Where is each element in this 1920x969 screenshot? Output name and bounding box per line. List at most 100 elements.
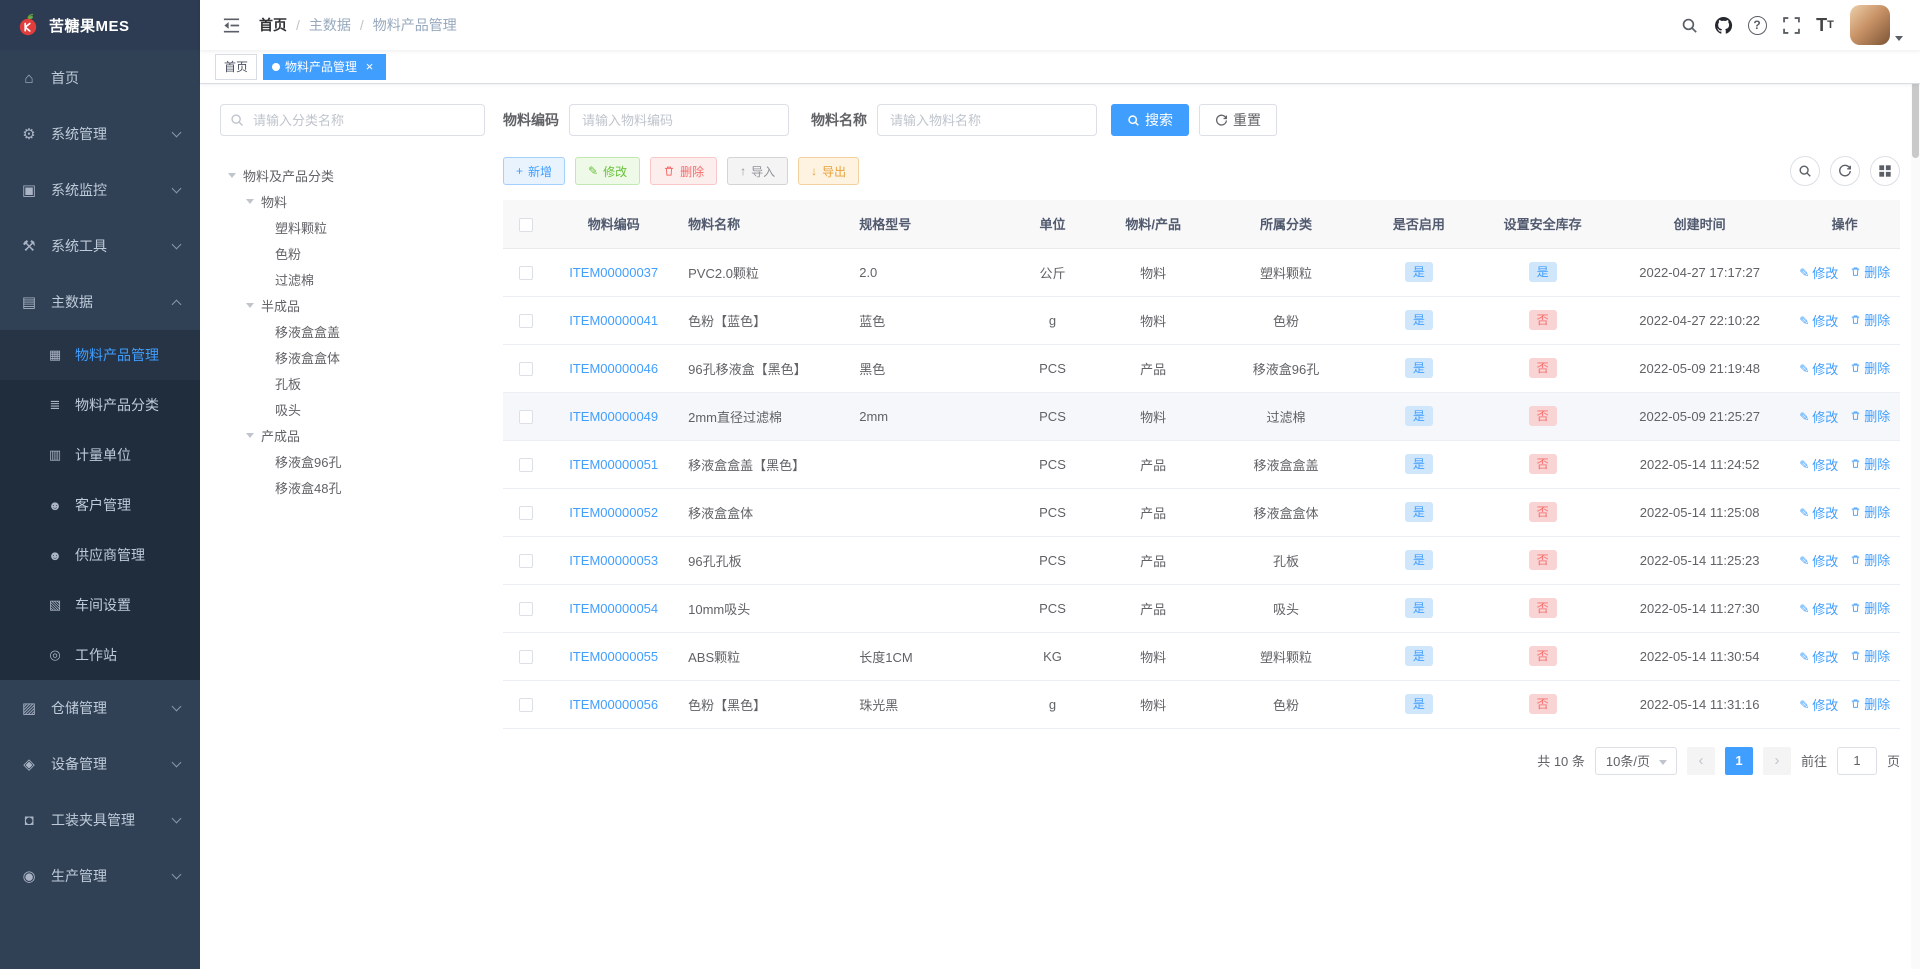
- add-button[interactable]: + 新增: [503, 157, 566, 185]
- sidebar-item-device[interactable]: ◈ 设备管理: [0, 736, 200, 792]
- tree-node-material[interactable]: 物料: [220, 188, 485, 214]
- sidebar-item-system-tools[interactable]: ⚒ 系统工具: [0, 218, 200, 274]
- tree-leaf[interactable]: 移液盒96孔: [220, 448, 485, 474]
- row-checkbox[interactable]: [519, 697, 534, 712]
- goto-page-input[interactable]: [1836, 746, 1877, 775]
- tree-leaf[interactable]: 移液盒盒盖: [220, 318, 485, 344]
- table-row[interactable]: ITEM00000041 色粉【蓝色】 蓝色 g 物料 色粉 是 否 2022-…: [503, 296, 1900, 345]
- row-edit-link[interactable]: ✎ 修改: [1799, 359, 1838, 378]
- row-edit-link[interactable]: ✎ 修改: [1799, 407, 1838, 426]
- tree-leaf[interactable]: 移液盒盒体: [220, 344, 485, 370]
- row-delete-link[interactable]: 删除: [1850, 598, 1890, 617]
- table-row[interactable]: ITEM00000056 色粉【黑色】 珠光黑 g 物料 色粉 是 否 2022…: [503, 680, 1900, 729]
- sidebar-subitem-unit[interactable]: ▥ 计量单位: [0, 430, 200, 480]
- sidebar-subitem-customer[interactable]: ☻ 客户管理: [0, 480, 200, 530]
- page-size-select[interactable]: 10条/页: [1594, 746, 1677, 775]
- refresh-table-button[interactable]: [1830, 156, 1860, 186]
- user-avatar[interactable]: [1850, 5, 1890, 45]
- sidebar-item-production[interactable]: ◉ 生产管理: [0, 848, 200, 904]
- material-code-link[interactable]: ITEM00000056: [569, 697, 658, 712]
- page-1-button[interactable]: 1: [1724, 746, 1753, 775]
- row-checkbox[interactable]: [519, 409, 534, 424]
- row-edit-link[interactable]: ✎ 修改: [1799, 695, 1838, 714]
- tree-leaf[interactable]: 孔板: [220, 370, 485, 396]
- material-code-link[interactable]: ITEM00000051: [569, 457, 658, 472]
- tree-leaf[interactable]: 色粉: [220, 240, 485, 266]
- row-checkbox[interactable]: [519, 457, 534, 472]
- next-page-button[interactable]: ›: [1762, 746, 1791, 775]
- sidebar-item-master-data[interactable]: ▤ 主数据: [0, 274, 200, 330]
- row-delete-link[interactable]: 删除: [1850, 310, 1890, 329]
- tab-close-icon[interactable]: ×: [362, 59, 377, 74]
- hamburger-icon[interactable]: [215, 9, 247, 41]
- help-icon[interactable]: ?: [1740, 8, 1774, 42]
- category-search-input[interactable]: [220, 104, 485, 136]
- tree-node-semi-finished[interactable]: 半成品: [220, 292, 485, 318]
- row-delete-link[interactable]: 删除: [1850, 406, 1890, 425]
- row-checkbox[interactable]: [519, 265, 534, 280]
- sidebar-subitem-workstation[interactable]: ◎ 工作站: [0, 630, 200, 680]
- reset-button[interactable]: 重置: [1199, 104, 1277, 136]
- row-checkbox[interactable]: [519, 505, 534, 520]
- row-checkbox[interactable]: [519, 649, 534, 664]
- row-delete-link[interactable]: 删除: [1850, 454, 1890, 473]
- table-row[interactable]: ITEM00000052 移液盒盒体 PCS 产品 移液盒盒体 是 否 2022…: [503, 488, 1900, 537]
- scrollbar[interactable]: [1911, 0, 1920, 969]
- prev-page-button[interactable]: ‹: [1686, 746, 1715, 775]
- sidebar-subitem-workshop[interactable]: ▧ 车间设置: [0, 580, 200, 630]
- row-checkbox[interactable]: [519, 361, 534, 376]
- row-edit-link[interactable]: ✎ 修改: [1799, 263, 1838, 282]
- sidebar-item-system-manage[interactable]: ⚙ 系统管理: [0, 106, 200, 162]
- tree-leaf[interactable]: 移液盒48孔: [220, 474, 485, 500]
- edit-button[interactable]: ✎ 修改: [575, 157, 641, 185]
- material-code-link[interactable]: ITEM00000054: [569, 601, 658, 616]
- material-code-link[interactable]: ITEM00000049: [569, 409, 658, 424]
- column-settings-button[interactable]: [1870, 156, 1900, 186]
- app-logo[interactable]: 苦糖果MES: [0, 0, 200, 50]
- row-delete-link[interactable]: 删除: [1850, 550, 1890, 569]
- row-delete-link[interactable]: 删除: [1850, 262, 1890, 281]
- table-row[interactable]: ITEM00000046 96孔移液盒【黑色】 黑色 PCS 产品 移液盒96孔…: [503, 344, 1900, 393]
- breadcrumb-master-data[interactable]: 主数据: [309, 15, 351, 35]
- table-row[interactable]: ITEM00000054 10mm吸头 PCS 产品 吸头 是 否 2022-0…: [503, 584, 1900, 633]
- tab-material-manage[interactable]: 物料产品管理 ×: [263, 53, 387, 80]
- tree-leaf[interactable]: 吸头: [220, 396, 485, 422]
- row-delete-link[interactable]: 删除: [1850, 502, 1890, 521]
- user-menu-caret-icon[interactable]: [1895, 35, 1903, 41]
- material-code-link[interactable]: ITEM00000041: [569, 313, 658, 328]
- header-search-icon[interactable]: [1672, 8, 1706, 42]
- row-delete-link[interactable]: 删除: [1850, 694, 1890, 713]
- material-code-link[interactable]: ITEM00000055: [569, 649, 658, 664]
- tree-node-finished[interactable]: 产成品: [220, 422, 485, 448]
- tab-home[interactable]: 首页: [215, 53, 258, 80]
- sidebar-item-fixture[interactable]: ◘ 工装夹具管理: [0, 792, 200, 848]
- delete-button[interactable]: 删除: [650, 157, 718, 185]
- row-delete-link[interactable]: 删除: [1850, 646, 1890, 665]
- material-code-link[interactable]: ITEM00000053: [569, 553, 658, 568]
- breadcrumb-home[interactable]: 首页: [259, 15, 287, 35]
- select-all-checkbox[interactable]: [519, 217, 534, 232]
- row-delete-link[interactable]: 删除: [1850, 358, 1890, 377]
- row-edit-link[interactable]: ✎ 修改: [1799, 455, 1838, 474]
- font-size-icon[interactable]: TT: [1808, 8, 1842, 42]
- search-button[interactable]: 搜索: [1111, 104, 1189, 136]
- export-button[interactable]: ↓ 导出: [798, 157, 860, 185]
- row-edit-link[interactable]: ✎ 修改: [1799, 599, 1838, 618]
- row-checkbox[interactable]: [519, 553, 534, 568]
- material-code-input[interactable]: [569, 104, 789, 136]
- material-code-link[interactable]: ITEM00000046: [569, 361, 658, 376]
- sidebar-subitem-supplier[interactable]: ☻ 供应商管理: [0, 530, 200, 580]
- sidebar-item-system-monitor[interactable]: ▣ 系统监控: [0, 162, 200, 218]
- material-code-link[interactable]: ITEM00000052: [569, 505, 658, 520]
- sidebar-subitem-material-category[interactable]: ≣ 物料产品分类: [0, 380, 200, 430]
- toggle-search-button[interactable]: [1790, 156, 1820, 186]
- tree-node-root[interactable]: 物料及产品分类: [220, 162, 485, 188]
- row-edit-link[interactable]: ✎ 修改: [1799, 311, 1838, 330]
- table-row[interactable]: ITEM00000051 移液盒盒盖【黑色】 PCS 产品 移液盒盒盖 是 否 …: [503, 440, 1900, 489]
- material-name-input[interactable]: [877, 104, 1097, 136]
- row-checkbox[interactable]: [519, 601, 534, 616]
- sidebar-item-warehouse[interactable]: ▨ 仓储管理: [0, 680, 200, 736]
- table-row[interactable]: ITEM00000049 2mm直径过滤棉 2mm PCS 物料 过滤棉 是 否…: [503, 392, 1900, 441]
- table-row[interactable]: ITEM00000055 ABS颗粒 长度1CM KG 物料 塑料颗粒 是 否 …: [503, 632, 1900, 681]
- import-button[interactable]: ↑ 导入: [727, 157, 789, 185]
